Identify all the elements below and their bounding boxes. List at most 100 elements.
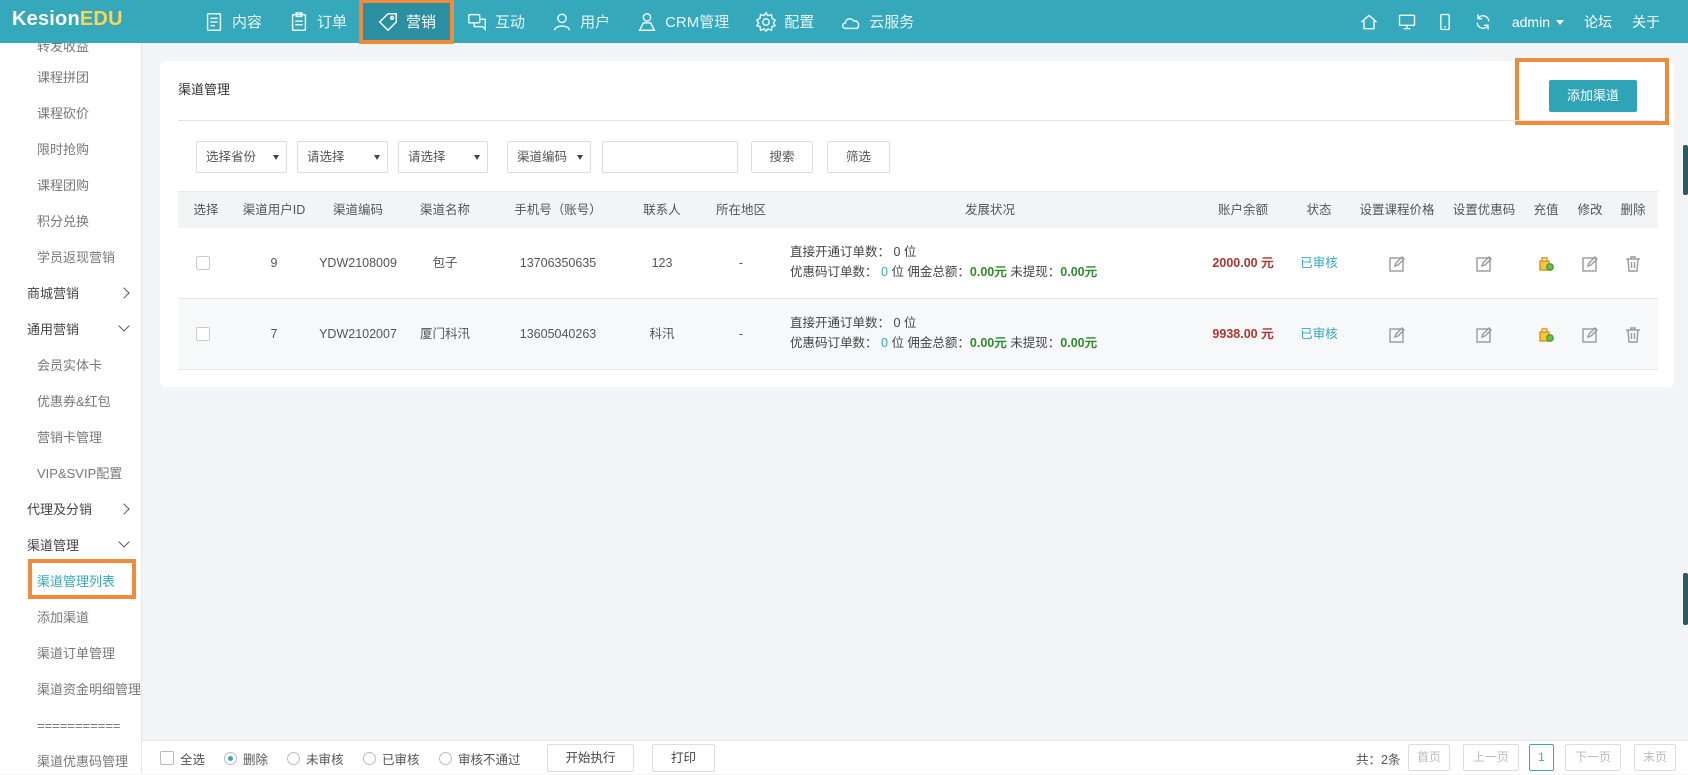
logo[interactable]: KesionEDU	[12, 8, 123, 31]
channel-management-card: 渠道管理 添加渠道 选择省份 请选择 请选择 渠道编码 搜索 筛选 选择 渠道用…	[160, 58, 1674, 387]
radio-reviewed[interactable]: 已审核	[363, 741, 420, 775]
cell-development: 直接开通订单数： 0 位 优惠码订单数： 0 位 佣金总额：0.00元 未提现：…	[790, 316, 1098, 350]
edit-icon[interactable]	[1581, 255, 1599, 273]
col-contact: 联系人	[643, 203, 681, 217]
search-button[interactable]: 搜索	[751, 141, 813, 173]
radio-delete[interactable]: 删除	[224, 741, 268, 775]
sidebar-separator: ===========	[37, 718, 121, 733]
edit-icon[interactable]	[1475, 255, 1493, 273]
nav-crm[interactable]: CRM管理	[623, 0, 742, 43]
refresh-icon[interactable]	[1464, 0, 1502, 43]
gear-icon	[755, 11, 777, 32]
city-select[interactable]: 请选择	[297, 141, 388, 173]
col-user-id: 渠道用户ID	[242, 203, 306, 217]
nav-marketing[interactable]: 营销	[359, 0, 455, 44]
cell-balance: 2000.00 元	[1212, 256, 1274, 270]
status-badge[interactable]: 已审核	[1300, 299, 1338, 370]
sidebar-group-general-marketing[interactable]: 通用营销	[0, 312, 141, 348]
nav-users[interactable]: 用户	[538, 0, 623, 43]
nav-settings[interactable]: 配置	[742, 0, 827, 43]
sidebar-item-vip-config[interactable]: VIP&SVIP配置	[0, 456, 141, 492]
last-page-button[interactable]: 末页	[1634, 744, 1676, 771]
prev-page-button[interactable]: 上一页	[1463, 744, 1519, 771]
col-code: 渠道编码	[332, 203, 384, 217]
trash-icon[interactable]	[1624, 255, 1642, 273]
nav-orders[interactable]: 订单	[275, 0, 360, 43]
province-select[interactable]: 选择省份	[196, 141, 287, 173]
execute-button[interactable]: 开始执行	[547, 744, 634, 772]
sidebar-item-member-card[interactable]: 会员实体卡	[0, 348, 141, 384]
col-status: 状态	[1306, 203, 1332, 217]
district-select[interactable]: 请选择	[398, 141, 488, 173]
sidebar-item-bargain[interactable]: 课程砍价	[0, 96, 141, 132]
sidebar-item-coupons[interactable]: 优惠券&红包	[0, 384, 141, 420]
sidebar: 转发收益 课程拼团 课程砍价 限时抢购 课程团购 积分兑换 学员返现营销 商城营…	[0, 43, 142, 774]
edit-icon[interactable]	[1388, 255, 1406, 273]
cell-phone: 13706350635	[519, 256, 597, 270]
sidebar-item-points-exchange[interactable]: 积分兑换	[0, 204, 141, 240]
radio-rejected[interactable]: 审核不通过	[439, 741, 521, 775]
crm-user-icon	[638, 12, 656, 31]
edit-icon[interactable]	[1581, 326, 1599, 344]
radio-unreviewed[interactable]: 未审核	[287, 741, 344, 775]
about-link[interactable]: 关于	[1622, 12, 1670, 32]
edit-icon[interactable]	[1475, 326, 1493, 344]
cell-balance: 9938.00 元	[1212, 327, 1274, 341]
chat-icon	[468, 13, 487, 31]
col-select: 选择	[193, 203, 219, 217]
admin-menu[interactable]: admin	[1502, 14, 1574, 30]
cell-development: 直接开通订单数： 0 位 优惠码订单数： 0 位 佣金总额：0.00元 未提现：…	[790, 245, 1098, 279]
recharge-icon[interactable]	[1537, 326, 1555, 344]
print-button[interactable]: 打印	[652, 744, 715, 772]
edit-icon[interactable]	[1388, 326, 1406, 344]
cell-contact: 123	[651, 256, 673, 270]
sidebar-item-flash-sale[interactable]: 限时抢购	[0, 132, 141, 168]
desktop-icon[interactable]	[1388, 0, 1426, 43]
select-all-checkbox[interactable]: 全选	[160, 741, 205, 775]
home-icon[interactable]	[1350, 0, 1388, 43]
chevron-right-icon	[118, 503, 130, 515]
page-1-button[interactable]: 1	[1529, 744, 1554, 771]
channel-code-select[interactable]: 渠道编码	[507, 141, 591, 173]
first-page-button[interactable]: 首页	[1408, 744, 1450, 771]
trash-icon[interactable]	[1624, 326, 1642, 344]
sidebar-item-team-purchase[interactable]: 课程团购	[0, 168, 141, 204]
page-title: 渠道管理	[178, 82, 231, 97]
sidebar-item-group-buy[interactable]: 课程拼团	[0, 60, 141, 96]
sidebar-group-agent[interactable]: 代理及分销	[0, 492, 141, 528]
next-page-button[interactable]: 下一页	[1565, 744, 1621, 771]
search-input[interactable]	[602, 141, 738, 173]
add-channel-button[interactable]: 添加渠道	[1549, 80, 1637, 112]
col-coupon-code: 设置优惠码	[1452, 203, 1516, 217]
row-checkbox[interactable]	[196, 256, 210, 270]
sidebar-item-channel-orders[interactable]: 渠道订单管理	[0, 636, 141, 672]
sidebar-item-channel-coupon-codes[interactable]: 渠道优惠码管理	[0, 744, 141, 774]
nav-interaction[interactable]: 互动	[453, 0, 538, 43]
sidebar-item-add-channel[interactable]: 添加渠道	[0, 600, 141, 636]
nav-cloud[interactable]: 云服务	[827, 0, 927, 43]
col-delete: 删除	[1620, 203, 1646, 217]
top-navigation-bar: KesionEDU 内容 订单 营销 互动 用户 CRM管理 配置 云服务 ad…	[0, 0, 1688, 44]
sidebar-item-channel-funds[interactable]: 渠道资金明细管理	[0, 672, 141, 708]
filter-button[interactable]: 筛选	[827, 141, 890, 173]
user-icon	[553, 12, 571, 30]
mobile-icon[interactable]	[1426, 0, 1464, 43]
main-nav: 内容 订单 营销 互动 用户 CRM管理 配置 云服务	[190, 0, 927, 44]
cell-contact: 科汛	[649, 327, 675, 341]
forum-link[interactable]: 论坛	[1574, 12, 1622, 32]
col-recharge: 充值	[1533, 203, 1559, 217]
row-checkbox[interactable]	[196, 327, 210, 341]
sidebar-group-mall-marketing[interactable]: 商城营销	[0, 276, 141, 312]
bottom-action-bar: 全选 删除 未审核 已审核 审核不通过 开始执行 打印 共：2条 首页 上一页 …	[142, 740, 1688, 774]
status-badge[interactable]: 已审核	[1300, 228, 1338, 299]
divider	[178, 120, 1658, 121]
scrollbar-thumb[interactable]	[1683, 145, 1688, 195]
col-region: 所在地区	[715, 203, 767, 217]
col-development: 发展状况	[964, 203, 1016, 217]
recharge-icon[interactable]	[1537, 255, 1555, 273]
cell-code: YDW2108009	[319, 256, 397, 270]
sidebar-item-marketing-card[interactable]: 营销卡管理	[0, 420, 141, 456]
sidebar-item-cashback[interactable]: 学员返现营销	[0, 240, 141, 276]
scrollbar-thumb[interactable]	[1683, 573, 1688, 625]
nav-content[interactable]: 内容	[190, 0, 275, 43]
